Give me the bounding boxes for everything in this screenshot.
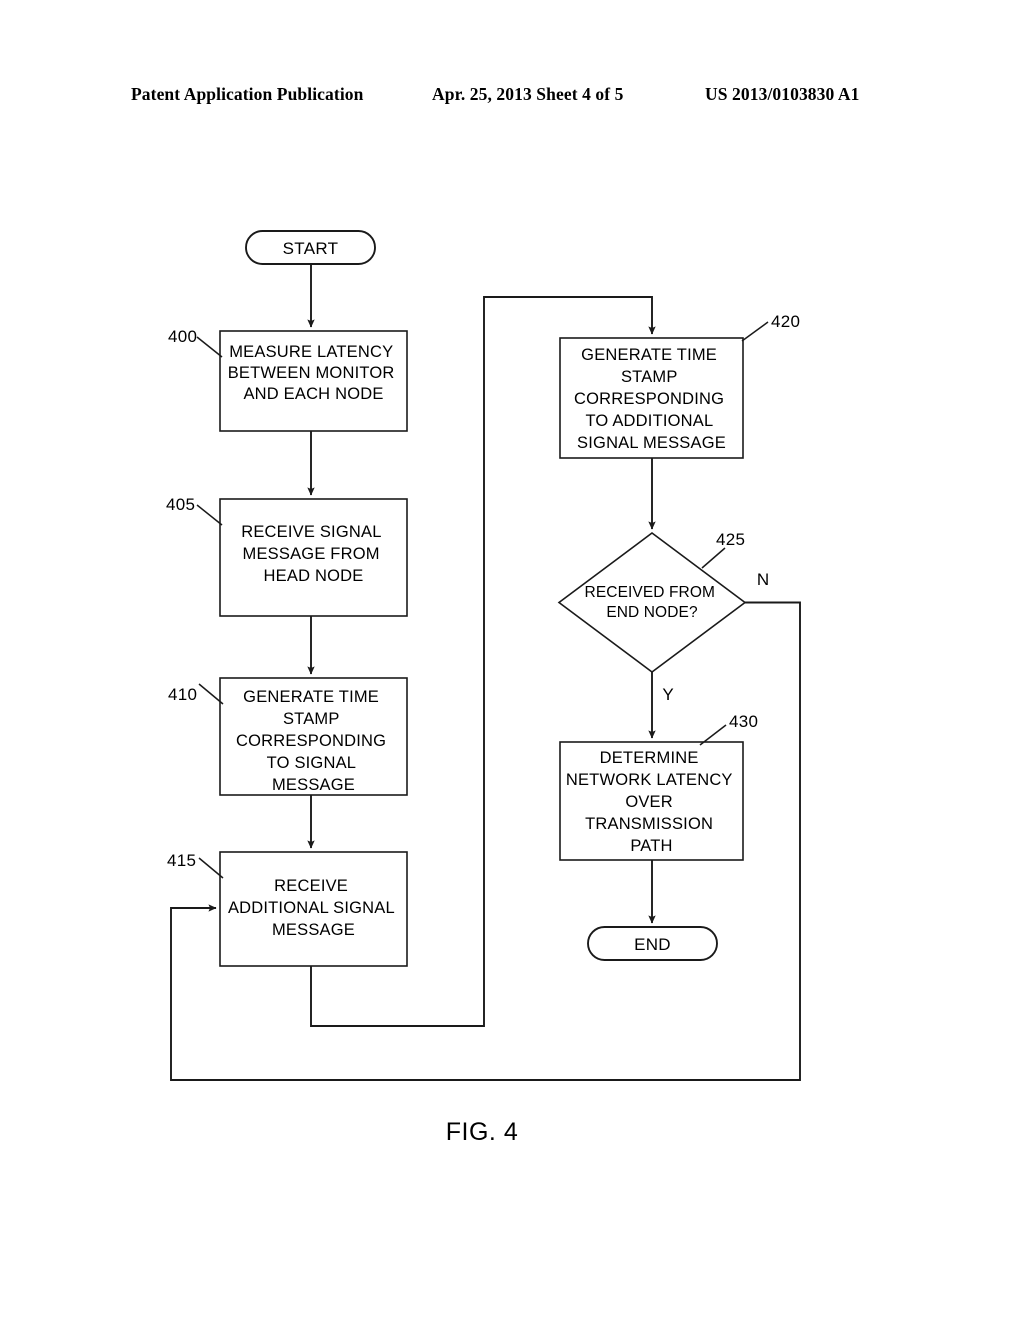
node-end: END bbox=[587, 926, 718, 961]
node-step-400: MEASURE LATENCY BETWEEN MONITOR AND EACH… bbox=[168, 327, 408, 432]
node-step-420-label: GENERATE TIME STAMP CORRESPONDING TO ADD… bbox=[574, 346, 729, 452]
ref-number-420: 420 bbox=[771, 312, 800, 331]
branch-label-yes: Y bbox=[662, 685, 673, 704]
node-start-label: START bbox=[283, 239, 339, 258]
leader-405 bbox=[196, 504, 223, 526]
leader-400 bbox=[196, 336, 223, 358]
node-start: START bbox=[245, 230, 376, 265]
ref-number-415: 415 bbox=[167, 851, 196, 870]
node-step-400-label: MEASURE LATENCY BETWEEN MONITOR AND EACH… bbox=[228, 343, 400, 403]
ref-number-410: 410 bbox=[168, 685, 197, 704]
figure-flowchart: START MEASURE LATENCY BETWEEN MONITOR AN… bbox=[0, 0, 1024, 1320]
leader-425 bbox=[701, 547, 726, 569]
ref-number-425: 425 bbox=[716, 530, 745, 549]
node-step-430: DETERMINE NETWORK LATENCY OVER TRANSMISS… bbox=[559, 712, 758, 861]
node-step-420: GENERATE TIME STAMP CORRESPONDING TO ADD… bbox=[559, 312, 800, 459]
node-step-410: GENERATE TIME STAMP CORRESPONDING TO SIG… bbox=[168, 677, 408, 796]
node-end-label: END bbox=[634, 935, 671, 954]
branch-label-no: N bbox=[757, 570, 769, 589]
ref-number-405: 405 bbox=[166, 495, 195, 514]
ref-number-400: 400 bbox=[168, 327, 197, 346]
ref-number-430: 430 bbox=[729, 712, 758, 731]
node-decision-425: RECEIVED FROM END NODE? 425 bbox=[557, 530, 747, 673]
figure-caption: FIG. 4 bbox=[446, 1118, 518, 1146]
leader-420 bbox=[741, 321, 769, 342]
node-step-405: RECEIVE SIGNAL MESSAGE FROM HEAD NODE 40… bbox=[166, 495, 408, 617]
